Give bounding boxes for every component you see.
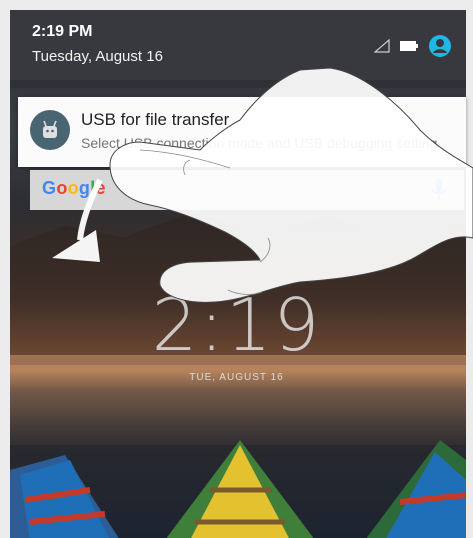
android-debug-icon xyxy=(30,110,70,150)
google-logo: Google xyxy=(42,178,106,198)
notification-text: Select USB connection mode and USB debug… xyxy=(81,135,438,151)
signal-icon xyxy=(374,39,390,53)
mic-icon[interactable] xyxy=(432,178,446,202)
home-screen-wallpaper xyxy=(10,10,466,538)
google-search-bar[interactable]: Google xyxy=(30,170,464,210)
lockscreen-clock: 2:19 xyxy=(151,283,322,367)
lockscreen-date: TUE, AUGUST 16 xyxy=(189,372,284,383)
wallpaper-boats xyxy=(10,440,466,538)
usb-notification[interactable]: USB for file transfer Select USB connect… xyxy=(18,97,466,167)
notification-shade-header: 2:19 PM Tuesday, August 16 xyxy=(10,10,466,80)
wallpaper-lake xyxy=(10,355,466,445)
shade-divider xyxy=(10,80,466,88)
user-avatar-icon[interactable] xyxy=(428,34,452,58)
status-time: 2:19 PM xyxy=(32,23,93,40)
status-date: Tuesday, August 16 xyxy=(32,48,163,65)
battery-icon xyxy=(400,41,418,51)
notification-title: USB for file transfer xyxy=(81,110,230,129)
status-icons xyxy=(374,34,452,58)
